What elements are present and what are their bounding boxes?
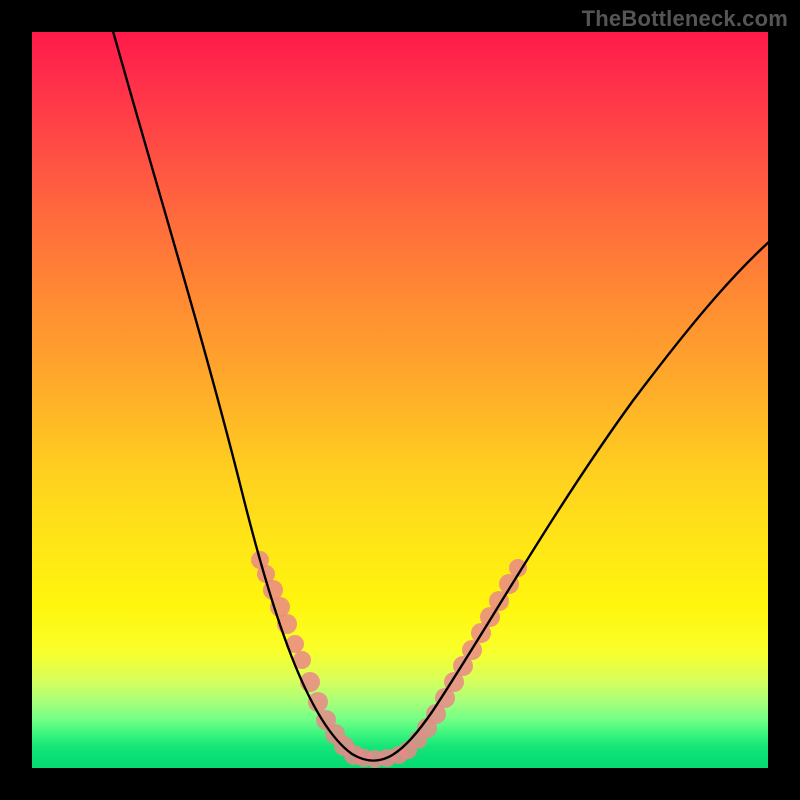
watermark-text: TheBottleneck.com (582, 6, 788, 32)
curve-layer (32, 32, 768, 768)
plot-area (32, 32, 768, 768)
bottleneck-curve-path (102, 32, 768, 761)
chart-frame: TheBottleneck.com (0, 0, 800, 800)
